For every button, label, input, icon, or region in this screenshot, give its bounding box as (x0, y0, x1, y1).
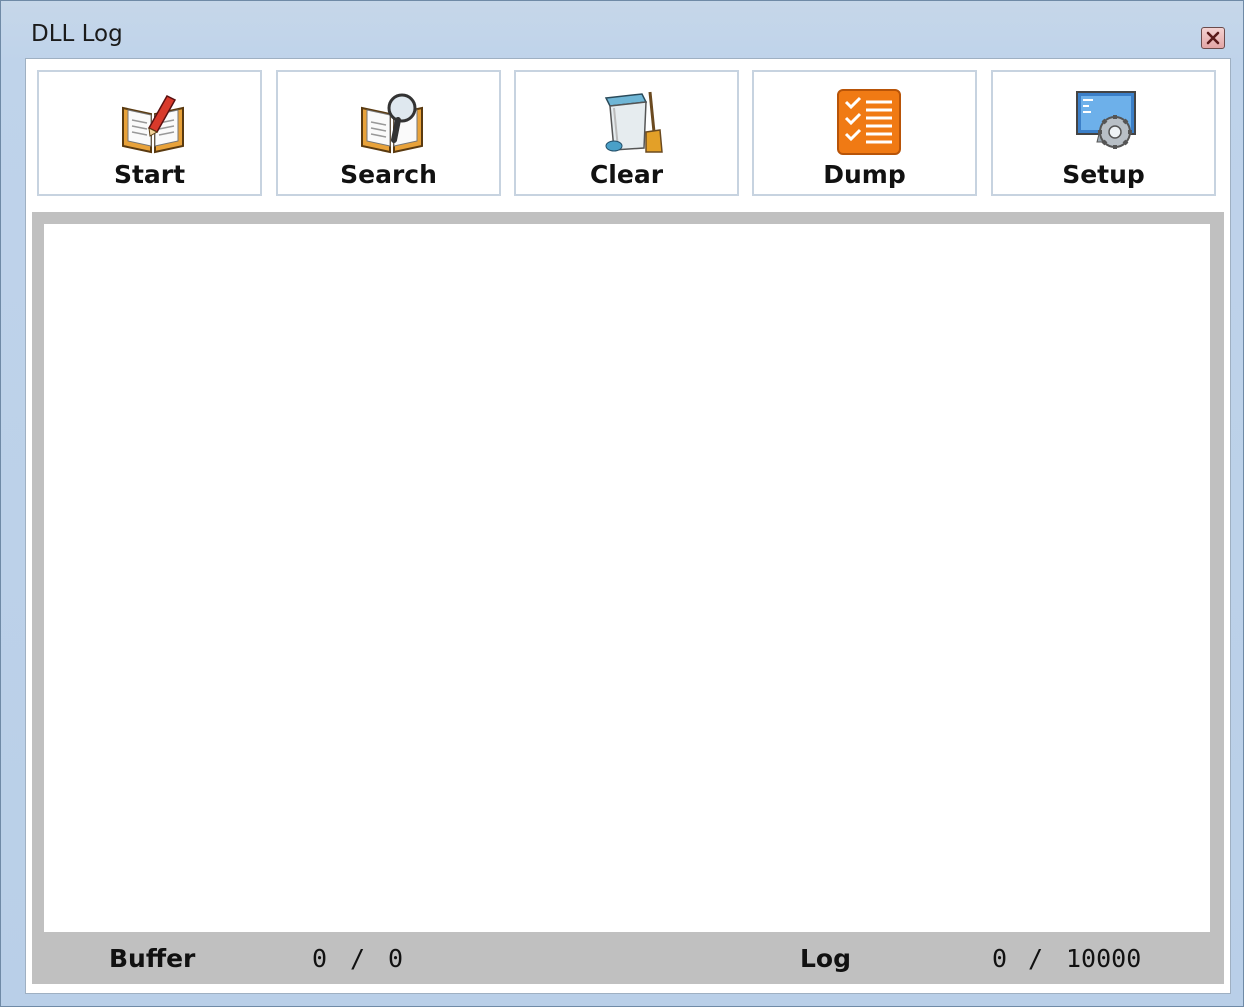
start-button[interactable]: Start (37, 70, 262, 196)
checklist-icon (837, 89, 901, 155)
close-icon (1206, 31, 1220, 45)
client-area: Start Search Clear Dump Setup Buffer 0 /… (25, 58, 1231, 994)
dump-button[interactable]: Dump (752, 70, 977, 196)
log-output-area[interactable] (44, 224, 1210, 932)
close-button[interactable] (1201, 27, 1225, 49)
buffer-value: 0 (312, 944, 328, 973)
search-label: Search (340, 160, 437, 189)
setup-button[interactable]: Setup (991, 70, 1216, 196)
setup-label: Setup (1062, 160, 1145, 189)
book-magnifier-icon (361, 93, 423, 154)
monitor-gear-icon (1076, 91, 1136, 149)
clear-label: Clear (589, 160, 664, 189)
log-separator: / (1028, 944, 1044, 973)
window-title: DLL Log (31, 21, 123, 47)
book-pencil-icon (122, 95, 184, 154)
dll-log-window: DLL Log Start Search Clear Dump Setup Bu… (0, 0, 1244, 1007)
search-button[interactable]: Search (276, 70, 501, 196)
log-label: Log (800, 944, 852, 973)
title-bar[interactable]: DLL Log (1, 1, 1243, 57)
buffer-separator: / (350, 944, 366, 973)
log-value: 0 (992, 944, 1008, 973)
clear-button[interactable]: Clear (514, 70, 739, 196)
buffer-label: Buffer (109, 944, 196, 973)
buffer-total: 0 (388, 944, 404, 973)
dump-label: Dump (823, 160, 906, 189)
log-panel: Buffer 0 / 0 Log 0 / 10000 (32, 212, 1224, 984)
trash-broom-icon (604, 91, 663, 153)
start-label: Start (113, 160, 186, 189)
log-total: 10000 (1066, 944, 1142, 973)
